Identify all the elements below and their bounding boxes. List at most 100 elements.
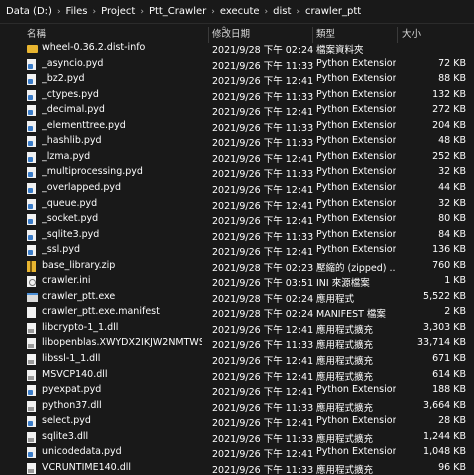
pyd-icon xyxy=(27,151,36,163)
pyd-icon xyxy=(27,416,36,428)
file-row[interactable]: _lzma.pyd 2021/9/26 下午 12:41 Python Extens… xyxy=(0,150,474,166)
file-size: 88 KB xyxy=(438,73,466,85)
chevron-right-icon[interactable]: › xyxy=(296,7,300,17)
chevron-right-icon[interactable]: › xyxy=(93,7,97,17)
pyd-icon xyxy=(27,74,36,86)
file-name: _socket.pyd xyxy=(42,213,99,225)
file-row[interactable]: crawler_ptt.exe.manifest 2021/9/28 下午 02:… xyxy=(0,305,474,321)
file-type: INI 來源檔案 xyxy=(316,278,370,290)
pyd-icon xyxy=(27,214,36,226)
file-date: 2021/9/26 下午 11:33 xyxy=(212,433,314,445)
file-type: Python Extension ... xyxy=(316,73,396,85)
file-date: 2021/9/26 下午 12:41 xyxy=(212,153,314,165)
file-date: 2021/9/26 下午 12:41 xyxy=(212,387,314,399)
file-date: 2021/9/26 下午 11:33 xyxy=(212,402,314,414)
chevron-right-icon[interactable]: › xyxy=(265,7,269,17)
file-date: 2021/9/26 下午 11:33 xyxy=(212,464,314,475)
file-date: 2021/9/26 下午 12:41 xyxy=(212,76,314,88)
file-row[interactable]: _queue.pyd 2021/9/26 下午 12:41 Python Exten… xyxy=(0,197,474,213)
file-type: Python Extension ... xyxy=(316,384,396,396)
breadcrumb-crawler-ptt[interactable]: crawler_ptt xyxy=(305,6,361,17)
file-row[interactable]: _sqlite3.pyd 2021/9/26 下午 11:33 Python Ext… xyxy=(0,228,474,244)
file-size: 1,244 KB xyxy=(423,430,466,442)
breadcrumb-project[interactable]: Project xyxy=(101,6,135,17)
file-row[interactable]: crawler.ini 2021/9/26 下午 03:51 INI 來源檔案 1 K… xyxy=(0,274,474,290)
file-name: _lzma.pyd xyxy=(42,150,91,162)
file-row[interactable]: _ssl.pyd 2021/9/26 下午 12:41 Python Extensi… xyxy=(0,243,474,259)
file-row[interactable]: libopenblas.XWYDX2IKJW2NMTWSFYNGFUWKQU3L… xyxy=(0,336,474,352)
file-row[interactable]: _bz2.pyd 2021/9/26 下午 12:41 Python Extensi… xyxy=(0,72,474,88)
file-row[interactable]: _decimal.pyd 2021/9/26 下午 12:41 Python Ext… xyxy=(0,103,474,119)
file-row[interactable]: _socket.pyd 2021/9/26 下午 12:41 Python Exte… xyxy=(0,212,474,228)
zip-icon xyxy=(27,260,36,272)
file-name: libopenblas.XWYDX2IKJW2NMTWSFYNGFUWKQU3L… xyxy=(42,337,202,349)
file-size: 252 KB xyxy=(432,150,466,162)
file-row[interactable]: _multiprocessing.pyd 2021/9/26 下午 11:33 Py… xyxy=(0,165,474,181)
file-size: 48 KB xyxy=(438,135,466,147)
breadcrumb-execute[interactable]: execute xyxy=(220,6,260,17)
file-name: libcrypto-1_1.dll xyxy=(42,321,119,333)
file-row[interactable]: MSVCP140.dll 2021/9/26 下午 12:41 應用程式擴充 614 … xyxy=(0,368,474,384)
file-type: Python Extension ... xyxy=(316,213,396,225)
file-row[interactable]: _overlapped.pyd 2021/9/26 下午 12:41 Python … xyxy=(0,181,474,197)
pyd-icon xyxy=(27,198,36,210)
file-type: Python Extension ... xyxy=(316,119,396,131)
file-size: 80 KB xyxy=(438,213,466,225)
pyd-icon xyxy=(27,229,36,241)
file-name: pyexpat.pyd xyxy=(42,384,102,396)
file-type: MANIFEST 檔案 xyxy=(316,309,386,321)
file-list: wheel-0.36.2.dist-info 2021/9/28 下午 02:24… xyxy=(0,41,474,475)
file-name: _elementtree.pyd xyxy=(42,119,126,131)
chevron-right-icon[interactable]: › xyxy=(211,7,215,17)
file-row[interactable]: select.pyd 2021/9/26 下午 12:41 Python Exten… xyxy=(0,414,474,430)
file-size: 2 KB xyxy=(444,306,466,318)
breadcrumb-ptt-crawler[interactable]: Ptt_Crawler xyxy=(149,6,206,17)
file-row[interactable]: base_library.zip 2021/9/28 下午 02:23 壓縮的 (z… xyxy=(0,259,474,275)
dll-icon xyxy=(27,338,36,350)
file-type: 應用程式擴充 xyxy=(316,340,374,352)
file-name: wheel-0.36.2.dist-info xyxy=(42,42,146,53)
file-name: select.pyd xyxy=(42,415,91,427)
file-name: crawler_ptt.exe xyxy=(42,290,116,302)
dll-icon xyxy=(27,369,36,381)
file-row[interactable]: libcrypto-1_1.dll 2021/9/26 下午 12:41 應用程式擴… xyxy=(0,321,474,337)
file-date: 2021/9/26 下午 03:51 xyxy=(212,278,314,290)
file-row[interactable]: sqlite3.dll 2021/9/26 下午 11:33 應用程式擴充 1,244… xyxy=(0,430,474,446)
file-row[interactable]: python37.dll 2021/9/26 下午 11:33 應用程式擴充 3,66… xyxy=(0,399,474,415)
file-row[interactable]: wheel-0.36.2.dist-info 2021/9/28 下午 02:24… xyxy=(0,41,474,57)
file-row[interactable]: _elementtree.pyd 2021/9/26 下午 11:33 Python… xyxy=(0,119,474,135)
file-row[interactable]: libssl-1_1.dll 2021/9/26 下午 12:41 應用程式擴充 67… xyxy=(0,352,474,368)
dll-icon xyxy=(27,462,36,474)
file-date: 2021/9/26 下午 12:41 xyxy=(212,247,314,259)
file-row[interactable]: _ctypes.pyd 2021/9/26 下午 11:33 Python Exte… xyxy=(0,88,474,104)
file-date: 2021/9/26 下午 11:33 xyxy=(212,122,314,134)
pyd-icon xyxy=(27,385,36,397)
file-name: VCRUNTIME140.dll xyxy=(42,461,132,473)
chevron-right-icon[interactable]: › xyxy=(140,7,144,17)
file-date: 2021/9/26 下午 11:33 xyxy=(212,91,314,103)
file-name: _overlapped.pyd xyxy=(42,181,122,193)
file-type: 應用程式擴充 xyxy=(316,402,374,414)
file-row[interactable]: pyexpat.pyd 2021/9/26 下午 12:41 Python Exte… xyxy=(0,383,474,399)
file-date: 2021/9/26 下午 12:41 xyxy=(212,107,314,119)
chevron-right-icon[interactable]: › xyxy=(57,7,61,17)
file-size: 272 KB xyxy=(432,104,466,116)
file-date: 2021/9/28 下午 02:24 xyxy=(212,45,314,56)
address-bar[interactable]: Data (D:) › Files › Project › Ptt_Crawle… xyxy=(0,0,474,24)
breadcrumb-files[interactable]: Files xyxy=(66,6,88,17)
file-size: 28 KB xyxy=(438,415,466,427)
file-row[interactable]: VCRUNTIME140.dll 2021/9/26 下午 11:33 應用程式擴充… xyxy=(0,461,474,475)
pyd-icon xyxy=(27,120,36,132)
file-row[interactable]: _asyncio.pyd 2021/9/26 下午 11:33 Python Ext… xyxy=(0,57,474,73)
file-date: 2021/9/26 下午 12:41 xyxy=(212,371,314,383)
file-row[interactable]: unicodedata.pyd 2021/9/26 下午 12:41 Python … xyxy=(0,445,474,461)
file-row[interactable]: _hashlib.pyd 2021/9/26 下午 11:33 Python Ext… xyxy=(0,134,474,150)
file-size: 96 KB xyxy=(438,461,466,473)
breadcrumb-drive[interactable]: Data (D:) xyxy=(6,6,52,17)
file-type: Python Extension ... xyxy=(316,104,396,116)
breadcrumb-dist[interactable]: dist xyxy=(273,6,291,17)
file-row[interactable]: crawler_ptt.exe 2021/9/28 下午 02:24 應用程式 5,5… xyxy=(0,290,474,306)
pyd-icon xyxy=(27,58,36,70)
file-name: base_library.zip xyxy=(42,259,116,271)
pyd-icon xyxy=(27,105,36,117)
